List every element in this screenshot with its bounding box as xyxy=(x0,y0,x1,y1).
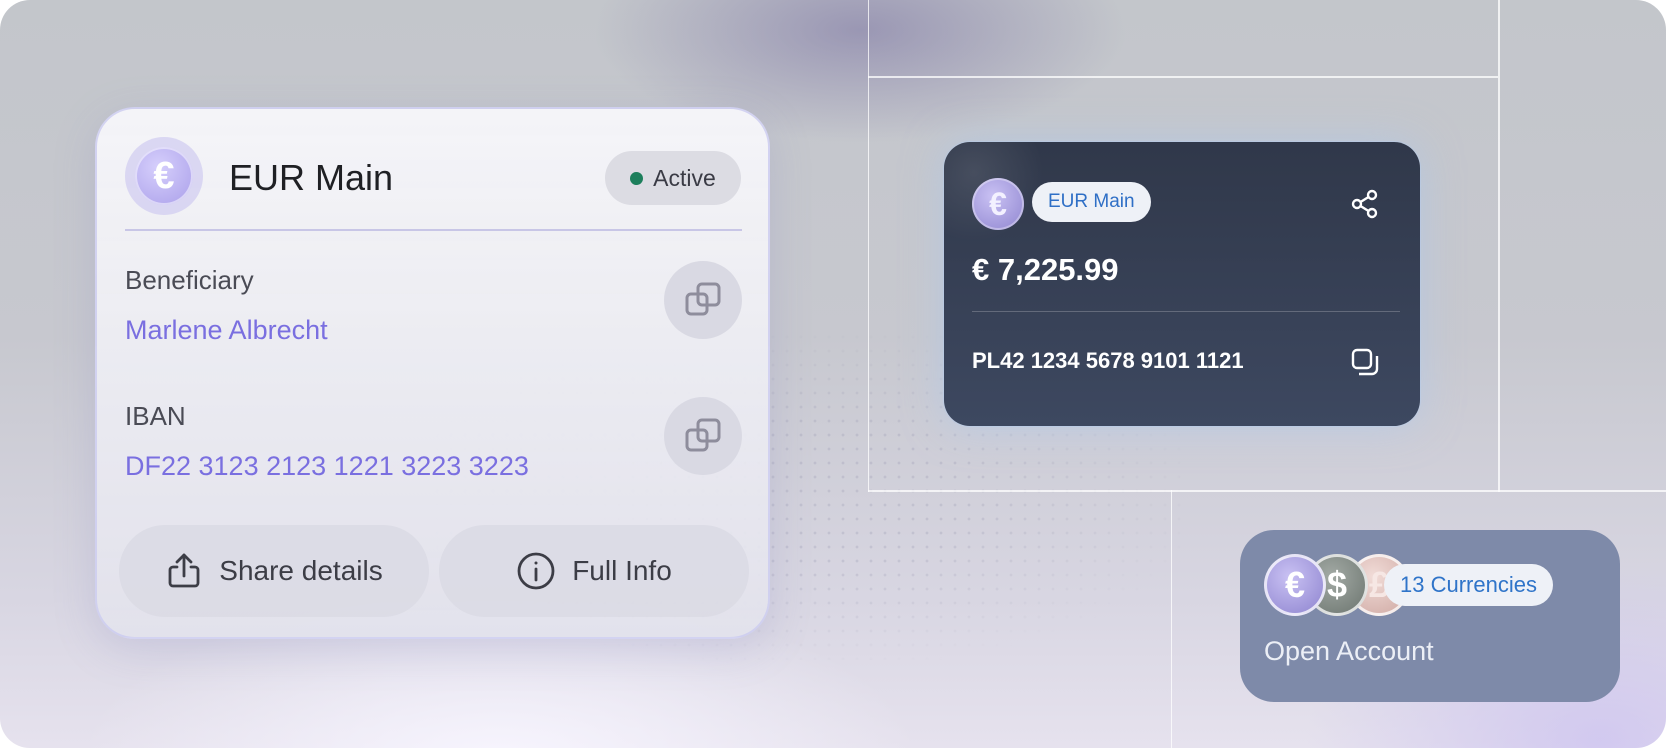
share-details-label: Share details xyxy=(219,555,383,586)
share-details-button[interactable]: Share details xyxy=(119,525,429,617)
currencies-badge: 13 Currencies xyxy=(1384,564,1553,606)
grid-line xyxy=(868,490,1666,492)
iban-label: IBAN xyxy=(125,401,186,431)
account-name-chip: EUR Main xyxy=(1032,182,1151,222)
full-info-label: Full Info xyxy=(572,555,672,586)
status-label: Active xyxy=(653,164,716,191)
account-title: EUR Main xyxy=(229,157,394,198)
euro-icon: € xyxy=(972,178,1024,230)
copy-icon xyxy=(685,418,721,452)
grid-line xyxy=(868,0,869,492)
iban-value: PL42 1234 5678 9101 1121 xyxy=(972,348,1244,373)
share-icon xyxy=(1351,189,1378,219)
divider xyxy=(125,229,742,231)
beneficiary-value: Marlene Albrecht xyxy=(125,315,328,345)
copy-beneficiary-button[interactable] xyxy=(664,261,742,339)
info-icon xyxy=(517,552,555,590)
open-account-label: Open Account xyxy=(1264,636,1434,666)
copy-iban-button[interactable] xyxy=(664,397,742,475)
divider xyxy=(972,311,1400,312)
status-badge: Active xyxy=(605,151,741,205)
status-dot-icon xyxy=(630,171,644,185)
full-info-button[interactable]: Full Info xyxy=(439,525,749,617)
account-details-card: € EUR Main Active Beneficiary Marlene Al… xyxy=(95,107,770,639)
euro-coin-icon: € xyxy=(1264,554,1326,616)
currency-avatar: € xyxy=(125,137,203,215)
iban-value: DF22 3123 2123 1221 3223 3223 xyxy=(125,451,529,481)
copy-iban-button[interactable] xyxy=(1347,344,1383,380)
open-account-card[interactable]: € $ £ 13 Currencies Open Account xyxy=(1240,530,1620,702)
copy-icon xyxy=(1351,348,1379,376)
copy-icon xyxy=(685,282,721,316)
beneficiary-label: Beneficiary xyxy=(125,265,254,295)
canvas: € EUR Main Active Beneficiary Marlene Al… xyxy=(0,0,1666,748)
grid-line xyxy=(868,76,1498,78)
grid-line xyxy=(1498,0,1500,492)
balance-amount: € 7,225.99 xyxy=(972,252,1119,287)
euro-icon: € xyxy=(135,147,193,205)
share-button[interactable] xyxy=(1347,186,1383,222)
account-summary-card[interactable]: € EUR Main € 7,225.99 PL42 1234 5678 910… xyxy=(944,142,1420,426)
grid-line xyxy=(1171,490,1172,748)
upload-icon xyxy=(168,553,200,588)
